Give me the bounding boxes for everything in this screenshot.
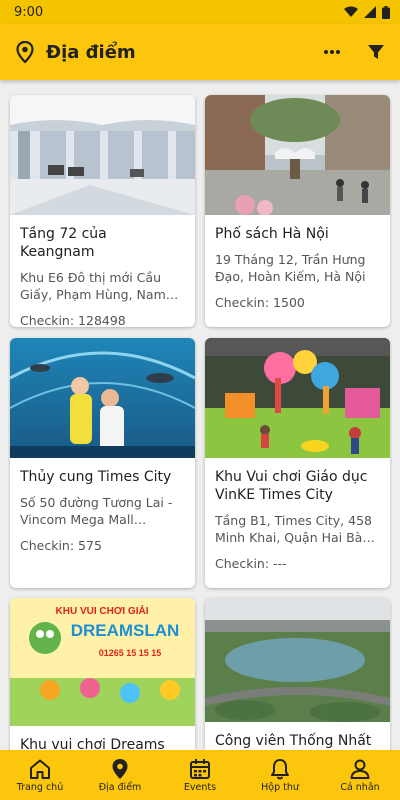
place-card-vinke[interactable]: Khu Vui chơi Giáo dục VinKE Times City T…	[205, 338, 390, 588]
location-pin-icon	[112, 758, 128, 779]
place-title: Khu vui chơi Dreams	[20, 737, 165, 750]
place-card-thuy-cung[interactable]: Thủy cung Times City Số 50 đường Tương L…	[10, 338, 195, 588]
signal-icon	[364, 6, 376, 18]
nav-item-inbox[interactable]: Hộp thư	[240, 750, 320, 800]
place-image	[10, 338, 195, 458]
dreams-banner-phone: 01265 15 15 15	[99, 648, 162, 658]
nav-label: Hộp thư	[261, 781, 299, 793]
battery-icon	[382, 5, 390, 19]
app-bar: Địa điểm	[0, 24, 400, 80]
place-address: 19 Tháng 12, Trần Hưng Đạo, Hoàn Kiếm, H…	[215, 252, 366, 284]
more-horizontal-icon	[324, 50, 340, 54]
place-image	[205, 95, 390, 215]
place-title: Khu Vui chơi Giáo dục VinKE Times City	[215, 469, 368, 503]
status-time: 9:00	[14, 4, 44, 20]
home-icon	[30, 759, 50, 779]
nav-item-events[interactable]: Events	[160, 750, 240, 800]
nav-label: Cá nhân	[340, 781, 380, 793]
places-grid: Tầng 72 của Keangnam Khu E6 Đô thị mới C…	[0, 80, 400, 750]
place-title: Công viên Thống Nhất	[215, 733, 372, 749]
bottom-navigation: Trang chủ Địa điểm Events Hộp thư Cá nhâ…	[0, 750, 400, 800]
place-card-pho-sach[interactable]: Phố sách Hà Nội 19 Tháng 12, Trần Hưng Đ…	[205, 95, 390, 327]
calendar-icon	[190, 758, 210, 779]
place-checkin: Checkin: ---	[215, 556, 287, 571]
place-checkin: Checkin: 1500	[215, 295, 305, 310]
nav-item-profile[interactable]: Cá nhân	[320, 750, 400, 800]
nav-item-home[interactable]: Trang chủ	[0, 750, 80, 800]
dreams-banner-line2: DREAMSLAN	[71, 621, 180, 640]
nav-item-places[interactable]: Địa điểm	[80, 750, 160, 800]
place-title: Phố sách Hà Nội	[215, 226, 329, 242]
nav-label: Events	[183, 781, 217, 793]
place-card-dreams[interactable]: KHU VUI CHƠI GIẢI DREAMSLAN 01265 15 15 …	[10, 598, 195, 750]
person-icon	[350, 759, 370, 779]
place-title: Tầng 72 của Keangnam	[20, 226, 107, 260]
bell-icon	[271, 758, 289, 779]
filter-button[interactable]	[364, 40, 388, 64]
place-title: Thủy cung Times City	[20, 469, 172, 485]
status-bar: 9:00	[0, 0, 400, 24]
place-image	[205, 338, 390, 458]
dreams-banner-line1: KHU VUI CHƠI GIẢI	[56, 604, 149, 617]
place-checkin: Checkin: 128498	[20, 313, 126, 327]
place-card-thong-nhat[interactable]: Công viên Thống Nhất	[205, 598, 390, 750]
status-icons	[344, 5, 390, 19]
nav-label: Trang chủ	[16, 781, 64, 793]
place-image	[10, 95, 195, 215]
place-image	[205, 598, 390, 722]
place-address: Tầng B1, Times City, 458 Minh Khai, Quận…	[215, 513, 372, 545]
place-address: Khu E6 Đô thị mới Cầu Giấy, Phạm Hùng, N…	[20, 270, 166, 302]
place-address: Số 50 đường Tương Lai - Vincom Mega Mall…	[20, 495, 173, 527]
more-options-button[interactable]	[320, 40, 344, 64]
wifi-icon	[344, 6, 358, 17]
place-image: KHU VUI CHƠI GIẢI DREAMSLAN 01265 15 15 …	[10, 598, 195, 726]
nav-label: Địa điểm	[98, 781, 142, 793]
place-checkin: Checkin: 575	[20, 538, 102, 553]
location-pin-icon	[16, 41, 34, 63]
place-card-keangnam[interactable]: Tầng 72 của Keangnam Khu E6 Đô thị mới C…	[10, 95, 195, 327]
page-title: Địa điểm	[46, 41, 136, 63]
filter-icon	[368, 45, 384, 59]
